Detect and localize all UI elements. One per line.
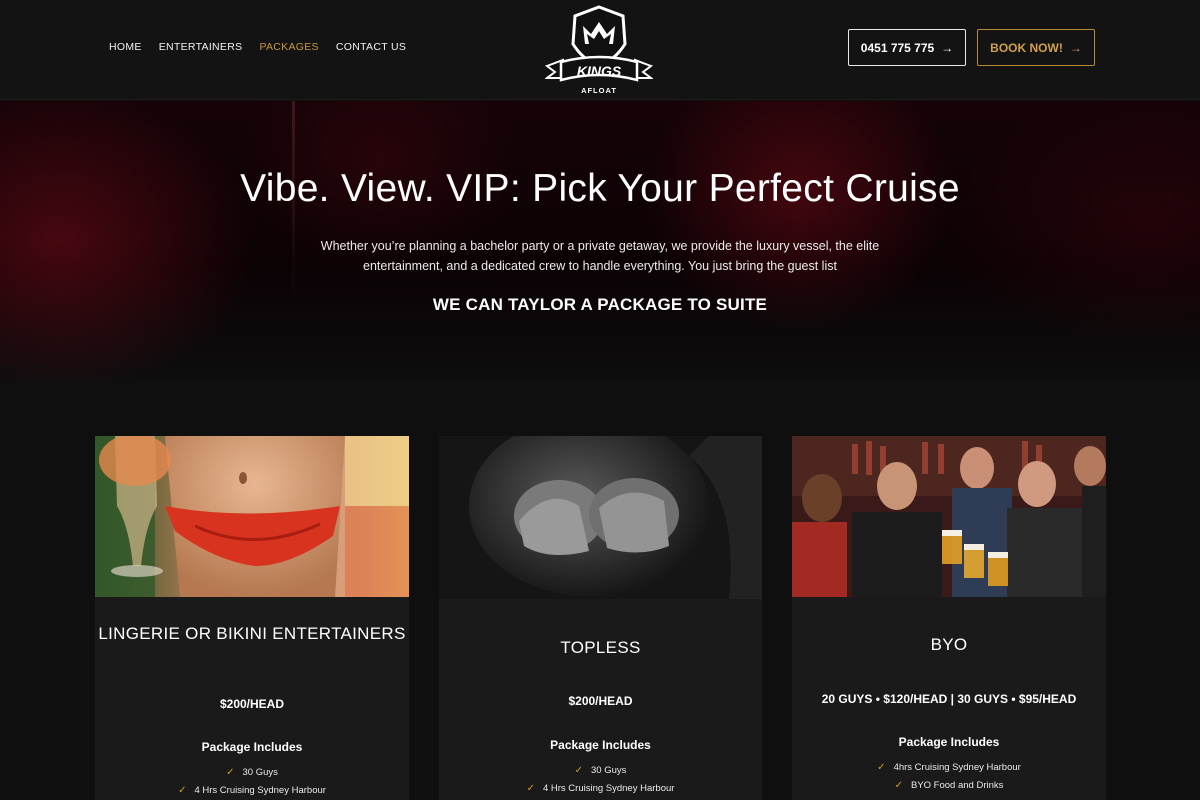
package-items-list: ✓ 30 Guys ✓ 4 Hrs Cruising Sydney Harbour (439, 762, 762, 798)
main-nav: HOME ENTERTAINERS PACKAGES CONTACT US (109, 41, 406, 53)
package-card-body: LINGERIE OR BIKINI ENTERTAINERS $200/HEA… (95, 436, 409, 800)
list-item-label: 4hrs Cruising Sydney Harbour (893, 762, 1021, 773)
check-icon: ✓ (226, 767, 235, 778)
check-icon: ✓ (178, 785, 187, 796)
package-card-byo: BYO 20 GUYS • $120/HEAD | 30 GUYS • $95/… (792, 436, 1106, 800)
nav-home[interactable]: HOME (109, 41, 142, 53)
nav-entertainers[interactable]: ENTERTAINERS (159, 41, 243, 53)
phone-button-label: 0451 775 775 (860, 40, 935, 55)
package-title: TOPLESS (560, 638, 641, 657)
list-item: ✓ 4hrs Cruising Sydney Harbour (792, 759, 1106, 777)
package-card-body: TOPLESS $200/HEAD Package Includes ✓ 30 G… (439, 436, 762, 800)
list-item: ✓ BYO Food and Drinks (792, 777, 1106, 795)
package-includes-heading: Package Includes (550, 738, 651, 752)
book-now-button[interactable]: BOOK NOW! → (977, 29, 1095, 66)
site-header: HOME ENTERTAINERS PACKAGES CONTACT US KI… (0, 0, 1200, 100)
package-title: LINGERIE OR BIKINI ENTERTAINERS (98, 624, 406, 643)
hero-banner: Vibe. View. VIP: Pick Your Perfect Cruis… (0, 101, 1200, 379)
nav-contact-us[interactable]: CONTACT US (336, 41, 406, 53)
svg-text:AFLOAT: AFLOAT (581, 86, 617, 95)
hero-subheading: WE CAN TAYLOR A PACKAGE TO SUITE (432, 295, 768, 314)
list-item-label: 30 Guys (242, 767, 278, 778)
svg-text:KINGS: KINGS (577, 63, 622, 79)
package-card-lingerie: LINGERIE OR BIKINI ENTERTAINERS $200/HEA… (95, 436, 409, 800)
package-price: $200/HEAD (219, 697, 285, 711)
check-icon: ✓ (574, 765, 583, 776)
list-item-label: 4 Hrs Cruising Sydney Harbour (194, 785, 326, 796)
crown-shield-logo-icon: KINGS AFLOAT (544, 5, 654, 95)
package-includes-heading: Package Includes (898, 735, 1000, 749)
book-now-label: BOOK NOW! (990, 40, 1063, 55)
check-icon: ✓ (894, 780, 903, 791)
package-title: BYO (930, 635, 968, 654)
package-items-list: ✓ 30 Guys ✓ 4 Hrs Cruising Sydney Harbour (95, 764, 409, 800)
package-price: $200/HEAD (568, 694, 633, 708)
check-icon: ✓ (877, 762, 886, 773)
hero-title: Vibe. View. VIP: Pick Your Perfect Cruis… (240, 167, 960, 210)
package-includes-heading: Package Includes (201, 740, 303, 754)
list-item: ✓ 30 Guys (95, 764, 409, 782)
hero-description: Whether you’re planning a bachelor party… (320, 239, 880, 273)
package-price: 20 GUYS • $120/HEAD | 30 GUYS • $95/HEAD (821, 692, 1077, 706)
package-card-topless: TOPLESS $200/HEAD Package Includes ✓ 30 G… (439, 436, 762, 800)
arrow-right-icon: → (941, 40, 954, 55)
list-item: ✓ 4 Hrs Cruising Sydney Harbour (95, 782, 409, 800)
list-item: ✓ 4 Hrs Cruising Sydney Harbour (439, 780, 762, 798)
check-icon: ✓ (526, 783, 535, 794)
nav-packages[interactable]: PACKAGES (259, 41, 318, 53)
arrow-right-icon: → (1069, 40, 1082, 55)
kings-afloat-logo[interactable]: KINGS AFLOAT (544, 4, 654, 96)
list-item-label: BYO Food and Drinks (910, 780, 1004, 791)
list-item-label: 30 Guys (591, 765, 627, 776)
package-items-list: ✓ 4hrs Cruising Sydney Harbour ✓ BYO Food … (792, 759, 1106, 795)
package-card-body: BYO 20 GUYS • $120/HEAD | 30 GUYS • $95/… (792, 436, 1106, 800)
phone-button[interactable]: 0451 775 775 → (848, 29, 966, 66)
list-item-label: 4 Hrs Cruising Sydney Harbour (542, 783, 675, 794)
list-item: ✓ 30 Guys (439, 762, 762, 780)
